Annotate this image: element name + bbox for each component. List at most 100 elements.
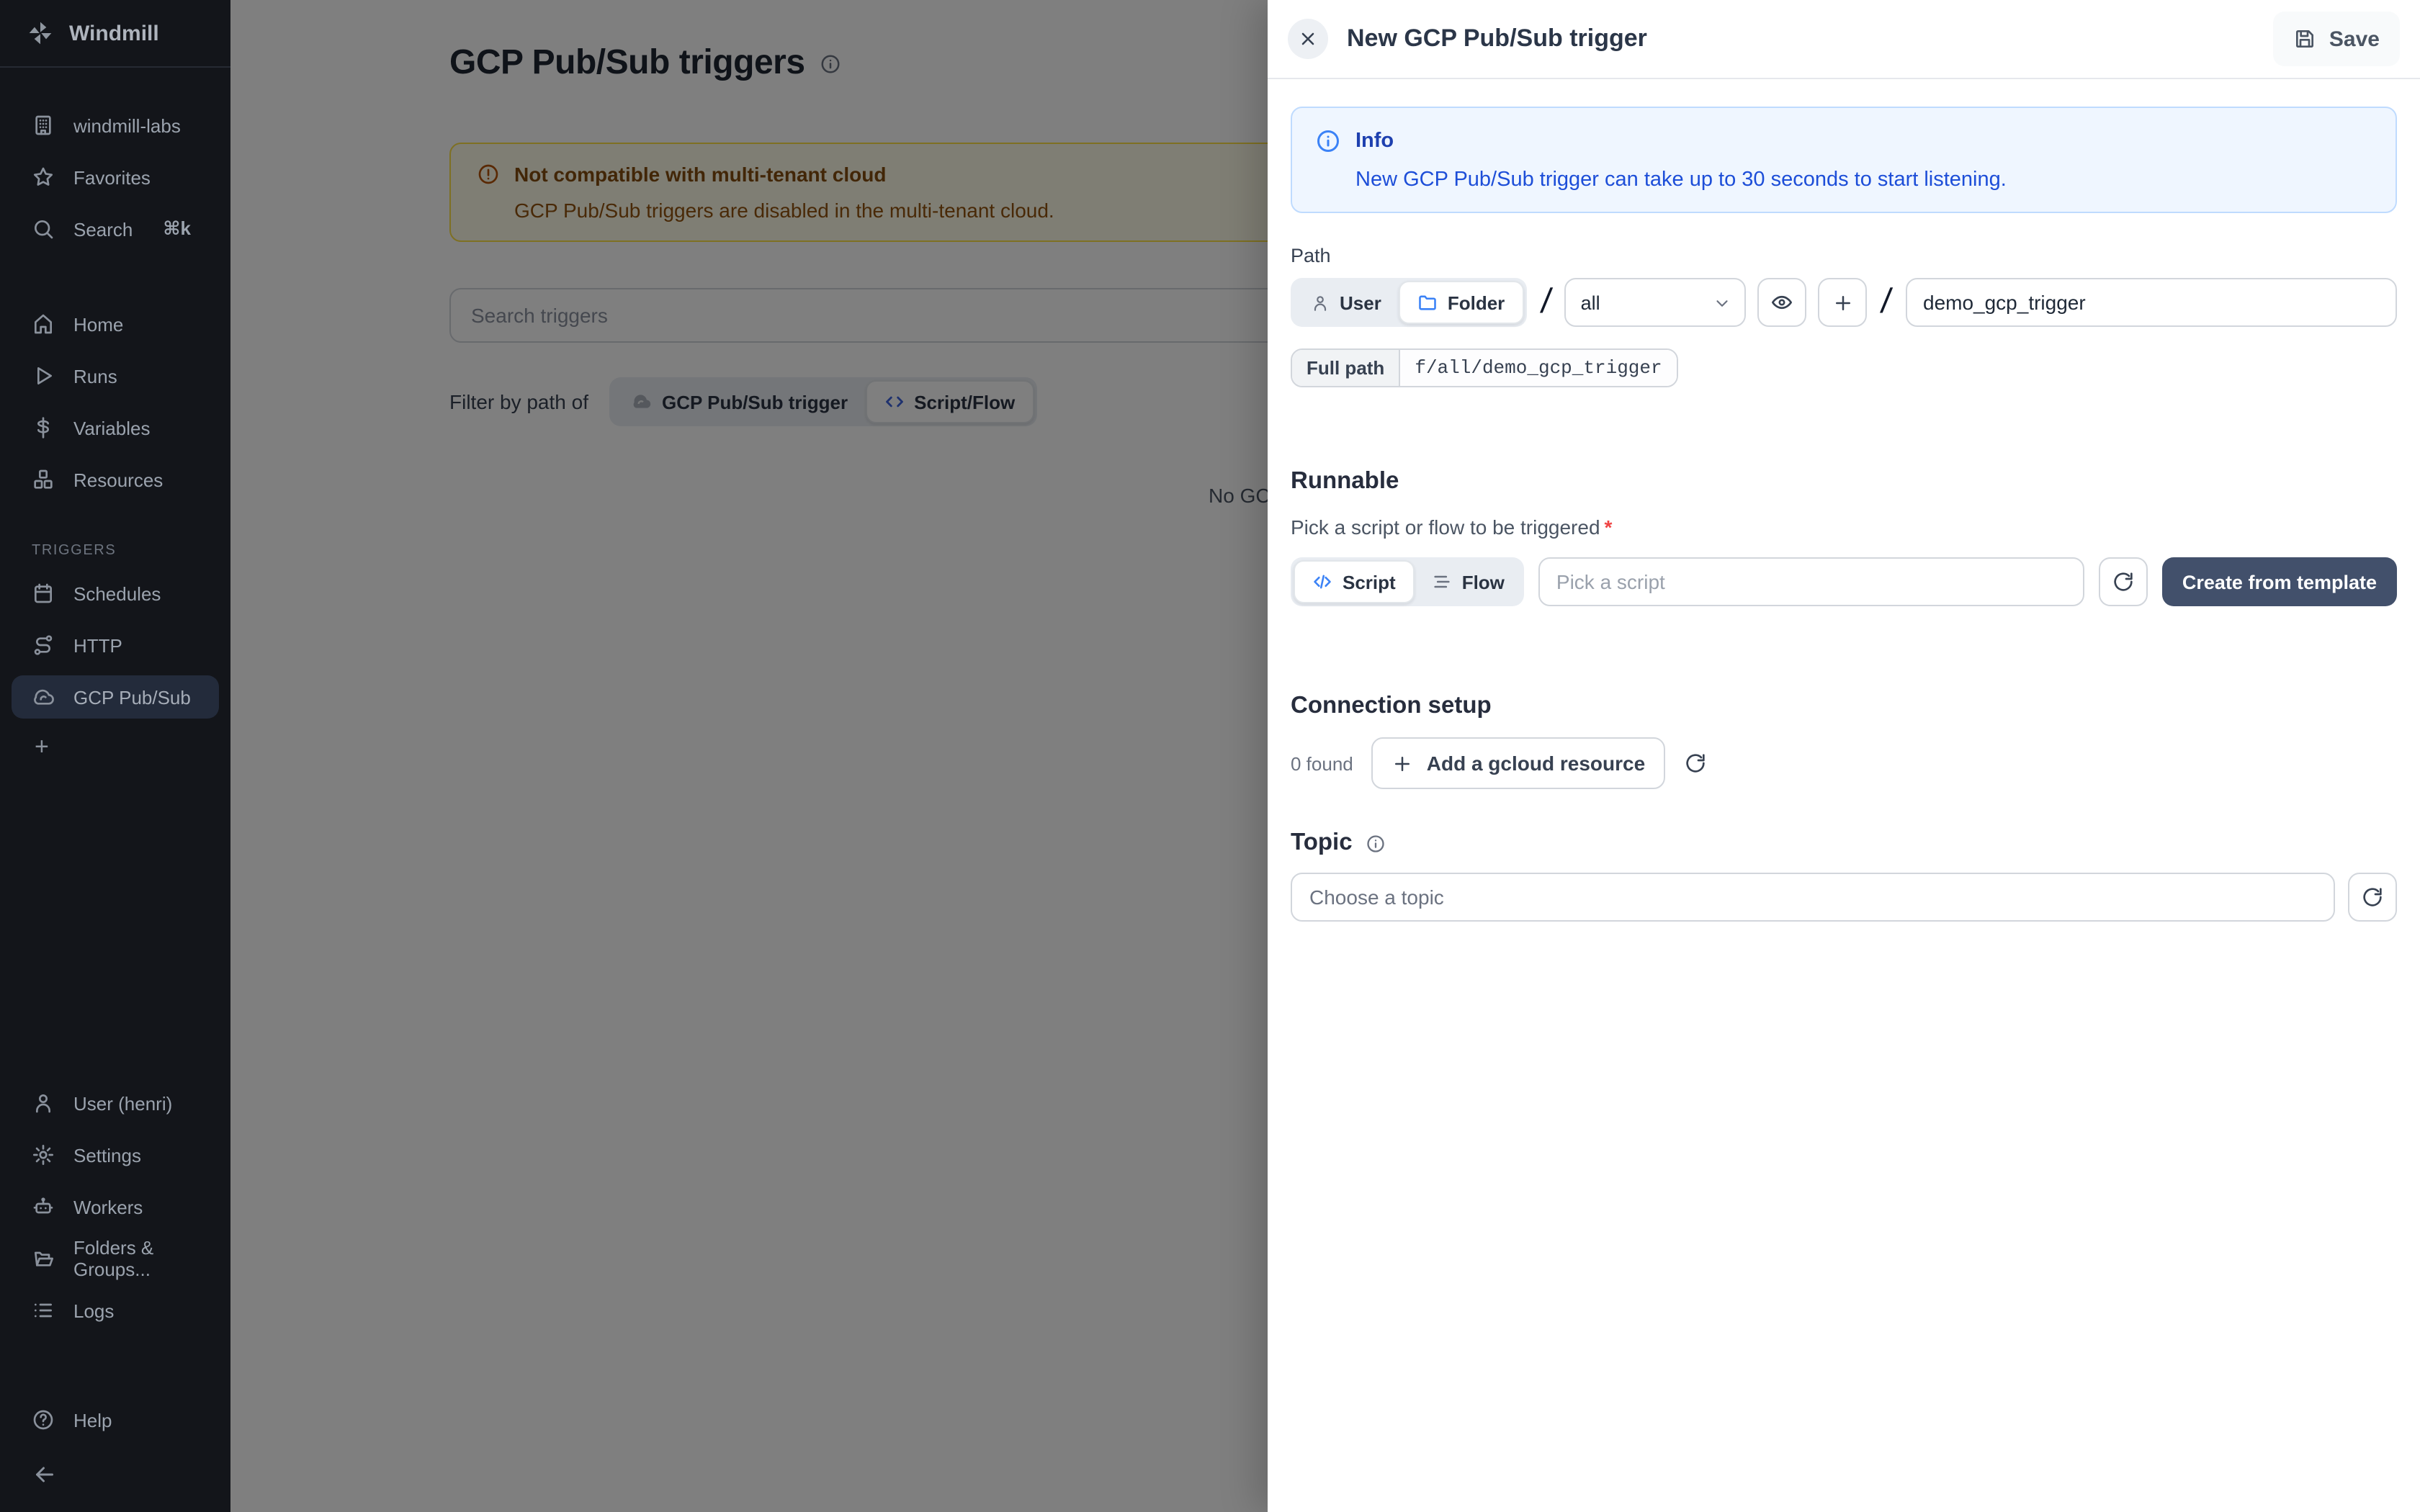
add-gcloud-resource-label: Add a gcloud resource	[1427, 752, 1645, 775]
full-path-value: f/all/demo_gcp_trigger	[1400, 350, 1676, 386]
refresh-topics-button[interactable]	[2348, 873, 2397, 922]
search-shortcut: ⌘k	[163, 217, 191, 240]
add-folder-button[interactable]	[1819, 278, 1868, 327]
sidebar-item-favorites[interactable]: Favorites	[0, 151, 230, 203]
owner-user-label: User	[1340, 292, 1381, 313]
topic-select[interactable]: Choose a topic	[1291, 873, 2335, 922]
user-icon	[32, 1092, 55, 1115]
refresh-icon	[2112, 570, 2135, 593]
connection-row: 0 found Add a gcloud resource	[1291, 737, 2397, 789]
sidebar-item-schedules[interactable]: Schedules	[0, 567, 230, 619]
path-separator: /	[1538, 282, 1553, 323]
sidebar-item-label: Home	[73, 313, 123, 335]
logo-row[interactable]: Windmill	[0, 0, 230, 66]
folder-select[interactable]: all	[1565, 278, 1747, 327]
sidebar-item-folders-groups[interactable]: Folders & Groups...	[0, 1233, 230, 1284]
sidebar-item-label: Logs	[73, 1300, 114, 1321]
info-icon[interactable]	[1366, 833, 1386, 853]
sidebar-item-label: Folders & Groups...	[73, 1237, 230, 1280]
sidebar-nav-group: Home Runs Variables Resources	[0, 298, 230, 505]
save-icon	[2293, 27, 2316, 50]
sidebar-item-http[interactable]: HTTP	[0, 619, 230, 671]
bars-staggered-icon	[1432, 572, 1452, 592]
chevron-down-icon	[1713, 293, 1732, 312]
sidebar-item-home[interactable]: Home	[0, 298, 230, 350]
create-from-template-button[interactable]: Create from template	[2162, 557, 2397, 606]
owner-user-option[interactable]: User	[1294, 281, 1399, 324]
close-drawer-button[interactable]	[1288, 19, 1328, 59]
sidebar-item-settings[interactable]: Settings	[0, 1129, 230, 1181]
owner-folder-option[interactable]: Folder	[1399, 281, 1523, 324]
full-path-badge: Full path f/all/demo_gcp_trigger	[1291, 348, 1678, 387]
sidebar-item-label: User (henri)	[73, 1092, 172, 1114]
save-label: Save	[2329, 27, 2380, 51]
trigger-name-input[interactable]	[1906, 278, 2397, 327]
refresh-resources-button[interactable]	[1684, 752, 1707, 775]
connection-setup-heading: Connection setup	[1291, 693, 2397, 720]
star-icon	[32, 166, 55, 189]
plus-icon: +	[35, 733, 49, 762]
pick-script-input[interactable]	[1539, 557, 2084, 606]
sidebar-item-label: Resources	[73, 469, 163, 490]
info-alert: Info New GCP Pub/Sub trigger can take up…	[1291, 107, 2397, 213]
drawer-header: New GCP Pub/Sub trigger Save	[1268, 0, 2420, 78]
collapse-sidebar-button[interactable]	[0, 1449, 230, 1500]
info-circle-icon	[1315, 128, 1341, 154]
sidebar-triggers-group: Schedules HTTP GCP Pub/Sub +	[0, 567, 230, 772]
sidebar-item-workspace[interactable]: windmill-labs	[0, 99, 230, 151]
runnable-flow-option[interactable]: Flow	[1415, 560, 1522, 603]
sidebar-item-workers[interactable]: Workers	[0, 1181, 230, 1233]
new-trigger-drawer: New GCP Pub/Sub trigger Save Info New GC…	[1268, 0, 2420, 1512]
sidebar-top-group: windmill-labs Favorites Search ⌘k	[0, 99, 230, 255]
sidebar-item-logs[interactable]: Logs	[0, 1284, 230, 1336]
calendar-icon	[32, 582, 55, 605]
owner-kind-toggle: User Folder	[1291, 278, 1526, 327]
runnable-script-label: Script	[1343, 571, 1396, 593]
path-row: User Folder / all	[1291, 278, 2397, 327]
play-icon	[32, 364, 55, 387]
sidebar-item-runs[interactable]: Runs	[0, 350, 230, 402]
triggers-section-label: TRIGGERS	[0, 543, 230, 559]
user-icon	[1311, 293, 1330, 312]
sidebar-item-search[interactable]: Search ⌘k	[0, 203, 230, 255]
folder-open-icon	[32, 1247, 55, 1270]
sidebar-item-help[interactable]: Help	[0, 1394, 230, 1446]
app-root: Windmill windmill-labs Favorites Searc	[0, 0, 2420, 1512]
info-alert-body: New GCP Pub/Sub trigger can take up to 3…	[1315, 168, 2372, 192]
owner-folder-label: Folder	[1448, 292, 1505, 313]
sidebar-item-user[interactable]: User (henri)	[0, 1077, 230, 1129]
sidebar-item-label: Variables	[73, 417, 150, 438]
save-button[interactable]: Save	[2273, 12, 2400, 66]
sidebar-item-label: Workers	[73, 1196, 143, 1218]
refresh-icon	[2361, 886, 2384, 909]
topic-placeholder: Choose a topic	[1309, 886, 1444, 909]
refresh-scripts-button[interactable]	[2099, 557, 2148, 606]
sidebar-item-label: windmill-labs	[73, 114, 181, 136]
gcp-cloud-icon	[32, 685, 55, 708]
info-alert-title: Info	[1355, 130, 1394, 153]
path-separator: /	[1879, 282, 1894, 323]
runnable-script-option[interactable]: Script	[1294, 560, 1415, 603]
view-folder-button[interactable]	[1758, 278, 1807, 327]
runnable-kind-toggle: Script Flow	[1291, 557, 1525, 606]
sidebar-item-label: GCP Pub/Sub	[73, 686, 191, 708]
search-icon	[32, 217, 55, 240]
sidebar-item-variables[interactable]: Variables	[0, 402, 230, 454]
folder-icon	[1417, 292, 1438, 312]
runnable-description-text: Pick a script or flow to be triggered	[1291, 516, 1600, 539]
drawer-title: New GCP Pub/Sub trigger	[1347, 24, 1647, 53]
gear-icon	[32, 1143, 55, 1166]
runnable-heading: Runnable	[1291, 468, 2397, 495]
full-path-label: Full path	[1292, 350, 1400, 386]
route-icon	[32, 634, 55, 657]
add-gcloud-resource-button[interactable]: Add a gcloud resource	[1372, 737, 1665, 789]
help-circle-icon	[32, 1408, 55, 1431]
sidebar-item-label: Favorites	[73, 166, 151, 188]
info-alert-header: Info	[1315, 128, 2372, 154]
building-icon	[32, 114, 55, 137]
sidebar-item-gcp-pubsub[interactable]: GCP Pub/Sub	[12, 675, 219, 719]
sidebar-divider	[0, 66, 230, 68]
add-trigger-kind-button[interactable]: +	[0, 723, 230, 772]
folder-select-value: all	[1581, 292, 1600, 313]
sidebar-item-resources[interactable]: Resources	[0, 454, 230, 505]
